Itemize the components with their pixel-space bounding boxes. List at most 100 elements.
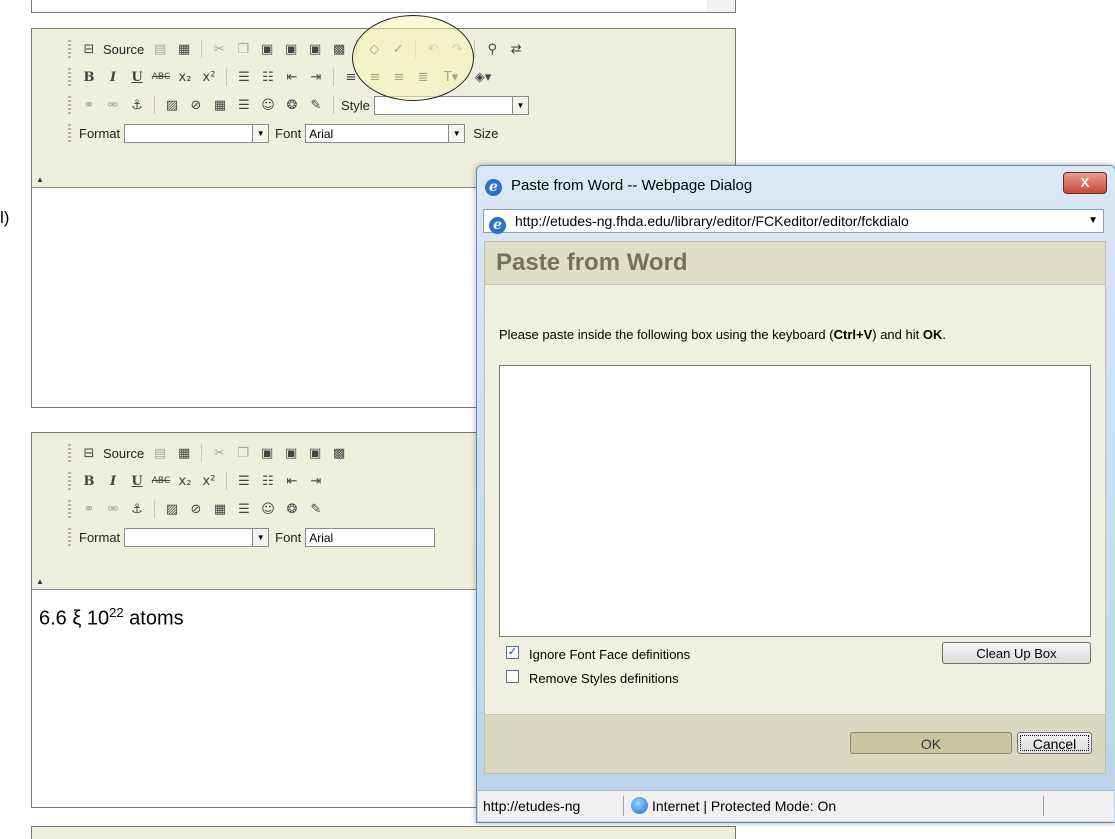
special-char-icon[interactable]: ❂ <box>281 95 303 115</box>
special-char-icon[interactable]: ❂ <box>281 499 303 519</box>
dialog-heading: Paste from Word <box>485 242 1105 285</box>
page-break-icon[interactable]: ✎ <box>305 499 327 519</box>
copy-icon[interactable]: ❐ <box>232 39 254 59</box>
rule-icon[interactable]: ☰ <box>233 95 255 115</box>
cancel-button[interactable]: Cancel <box>1017 732 1092 754</box>
top-editor-fragment <box>31 0 736 13</box>
bg-color-icon[interactable]: ◈▾ <box>468 67 498 87</box>
indent-icon[interactable]: ⇥ <box>305 471 327 491</box>
rule-icon[interactable]: ☰ <box>233 499 255 519</box>
font-select-value: Arial <box>309 126 334 141</box>
chevron-down-icon[interactable]: ▼ <box>511 96 528 114</box>
collapse-toolbar-icon[interactable]: ▲ <box>36 175 44 184</box>
chevron-down-icon[interactable]: ▼ <box>252 124 269 142</box>
print-icon[interactable]: ▩ <box>328 443 350 463</box>
link-icon[interactable]: ⚭ <box>78 499 100 519</box>
copy-icon[interactable]: ❐ <box>232 443 254 463</box>
source-icon[interactable]: ⊟ <box>78 443 100 463</box>
ordered-list-icon[interactable]: ☰ <box>233 67 255 87</box>
replace-icon[interactable]: ⇄ <box>505 39 527 59</box>
size-label: Size <box>473 125 499 141</box>
paste-area[interactable] <box>499 365 1091 637</box>
find-icon[interactable]: ⚲ <box>481 39 503 59</box>
address-url: http://etudes-ng.fhda.edu/library/editor… <box>515 213 909 229</box>
superscript-icon[interactable]: x² <box>198 67 220 87</box>
unordered-list-icon[interactable]: ☷ <box>257 471 279 491</box>
superscript-icon[interactable]: x² <box>198 471 220 491</box>
table-icon[interactable]: ▦ <box>209 499 231 519</box>
subscript-icon[interactable]: x₂ <box>174 67 196 87</box>
source-button[interactable]: Source <box>103 446 144 461</box>
table-icon[interactable]: ▦ <box>209 95 231 115</box>
paste-word-icon[interactable]: ▣ <box>304 443 326 463</box>
font-select[interactable]: Arial ▼ <box>305 123 466 143</box>
remove-styles-checkbox[interactable] <box>506 670 519 683</box>
source-icon[interactable]: ⊟ <box>78 39 100 59</box>
ignore-font-checkbox[interactable]: ✓ <box>506 646 519 659</box>
templates-icon[interactable]: ▦ <box>173 39 195 59</box>
bold-icon[interactable]: B <box>78 471 100 491</box>
paste-word-icon[interactable]: ▣ <box>304 39 326 59</box>
close-button[interactable]: X <box>1063 172 1107 194</box>
print-icon[interactable]: ▩ <box>328 39 350 59</box>
preview-icon[interactable]: ▤ <box>149 443 171 463</box>
format-select[interactable]: ▼ <box>124 123 270 143</box>
strikethrough-icon[interactable]: ABC <box>150 471 172 491</box>
link-icon[interactable]: ⚭ <box>78 95 100 115</box>
status-zone: Internet | Protected Mode: On <box>626 791 836 821</box>
cut-icon[interactable]: ✂ <box>208 443 230 463</box>
italic-icon[interactable]: I <box>102 471 124 491</box>
address-dropdown-icon[interactable]: ▼ <box>1088 210 1098 232</box>
bottom-editor-fragment <box>31 826 736 839</box>
italic-icon[interactable]: I <box>102 67 124 87</box>
format-select[interactable]: ▼ <box>124 527 270 547</box>
paste-icon[interactable]: ▣ <box>256 443 278 463</box>
dialog-titlebar[interactable]: e Paste from Word -- Webpage Dialog X <box>477 166 1115 206</box>
dialog-statusbar: http://etudes-ng Internet | Protected Mo… <box>478 790 1114 821</box>
ok-button[interactable]: OK <box>850 732 1012 754</box>
left-fragment-text: l) <box>0 208 10 227</box>
font-select-value: Arial <box>309 530 334 545</box>
style-label: Style <box>341 97 370 113</box>
indent-icon[interactable]: ⇥ <box>305 67 327 87</box>
paste-from-word-dialog: e Paste from Word -- Webpage Dialog X e … <box>476 165 1115 823</box>
font-label: Font <box>275 529 302 545</box>
underline-icon[interactable]: U <box>126 471 148 491</box>
preview-icon[interactable]: ▤ <box>149 39 171 59</box>
collapse-toolbar-icon[interactable]: ▲ <box>36 577 44 586</box>
subscript-icon[interactable]: x₂ <box>174 471 196 491</box>
anchor-icon[interactable]: ⚓ <box>126 95 148 115</box>
chevron-down-icon[interactable]: ▼ <box>448 124 465 142</box>
ordered-list-icon[interactable]: ☰ <box>233 471 255 491</box>
anchor-icon[interactable]: ⚓ <box>126 499 148 519</box>
bold-icon[interactable]: B <box>78 67 100 87</box>
strikethrough-icon[interactable]: ABC <box>150 67 172 87</box>
outdent-icon[interactable]: ⇤ <box>281 471 303 491</box>
outdent-icon[interactable]: ⇤ <box>281 67 303 87</box>
flash-icon[interactable]: ⊘ <box>185 499 207 519</box>
image-icon[interactable]: ▨ <box>161 95 183 115</box>
image-icon[interactable]: ▨ <box>161 499 183 519</box>
clean-up-box-button[interactable]: Clean Up Box <box>942 642 1091 664</box>
unordered-list-icon[interactable]: ☷ <box>257 67 279 87</box>
cut-icon[interactable]: ✂ <box>208 39 230 59</box>
font-label: Font <box>275 125 302 141</box>
paste-text-icon[interactable]: ▣ <box>280 443 302 463</box>
paste-text-icon[interactable]: ▣ <box>280 39 302 59</box>
flash-icon[interactable]: ⊘ <box>185 95 207 115</box>
templates-icon[interactable]: ▦ <box>173 443 195 463</box>
paste-icon[interactable]: ▣ <box>256 39 278 59</box>
font-select[interactable]: Arial <box>305 527 436 547</box>
smiley-icon[interactable]: ☺ <box>257 499 279 519</box>
dialog-button-bar: OK Cancel <box>485 714 1105 773</box>
underline-icon[interactable]: U <box>126 67 148 87</box>
page-break-icon[interactable]: ✎ <box>305 95 327 115</box>
unlink-icon[interactable]: ⚮ <box>102 95 124 115</box>
source-button[interactable]: Source <box>103 42 144 57</box>
smiley-icon[interactable]: ☺ <box>257 95 279 115</box>
unlink-icon[interactable]: ⚮ <box>102 499 124 519</box>
ie-icon: e <box>485 179 502 196</box>
editor-2-text: 6.6 ξ 1022 atoms <box>39 605 184 630</box>
chevron-down-icon[interactable]: ▼ <box>252 528 269 546</box>
address-bar[interactable]: e http://etudes-ng.fhda.edu/library/edit… <box>483 209 1104 234</box>
